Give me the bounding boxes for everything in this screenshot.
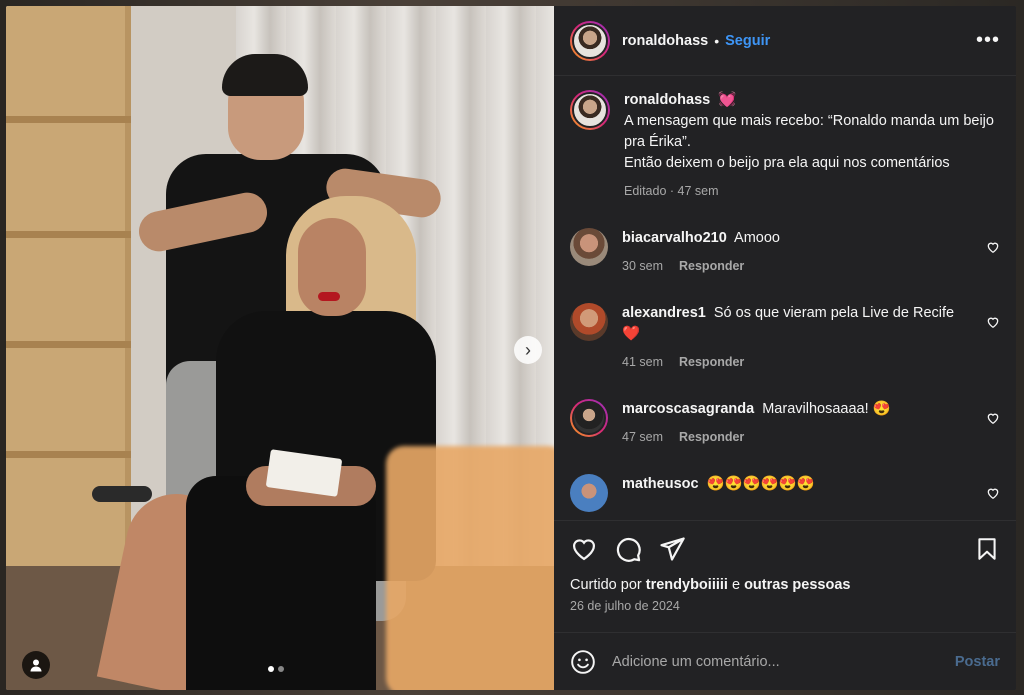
user-tag-icon bbox=[30, 659, 42, 672]
action-icons bbox=[570, 535, 1000, 563]
comment-text: Maravilhosaaaa! 😍 bbox=[762, 401, 891, 417]
avatar-image bbox=[572, 401, 606, 435]
post-actions: Curtido por trendyboiiiii e outras pesso… bbox=[554, 520, 1016, 613]
comment-input[interactable]: Adicione um comentário... bbox=[612, 654, 955, 670]
comment-body: alexandres1 Só os que vieram pela Live d… bbox=[622, 303, 962, 373]
post-header: ronaldohass • Seguir ••• bbox=[554, 6, 1016, 76]
comment-line: marcoscasagranda Maravilhosaaaa! 😍 bbox=[622, 399, 962, 420]
carousel-dot[interactable] bbox=[268, 666, 274, 672]
caption-body: ronaldohass 💓 A mensagem que mais recebo… bbox=[624, 90, 1000, 202]
comment-item: marcoscasagranda Maravilhosaaaa! 😍 47 se… bbox=[570, 399, 1000, 448]
comment-text: Amooo bbox=[734, 230, 780, 246]
caption-text-line1: A mensagem que mais recebo: “Ronaldo man… bbox=[624, 113, 994, 150]
comment-username[interactable]: alexandres1 bbox=[622, 305, 706, 321]
post-photo[interactable]: › bbox=[6, 6, 554, 690]
caption-header-line: ronaldohass 💓 bbox=[624, 90, 1000, 111]
shelf-board bbox=[6, 451, 131, 458]
photo-woman-face bbox=[298, 218, 366, 316]
comment-item: biacarvalho210 Amooo 30 sem Responder bbox=[570, 228, 1000, 277]
heart-icon[interactable] bbox=[986, 240, 1000, 254]
heart-icon[interactable] bbox=[986, 315, 1000, 329]
comments-list[interactable]: ronaldohass 💓 A mensagem que mais recebo… bbox=[554, 76, 1016, 516]
more-options-icon[interactable]: ••• bbox=[976, 29, 1000, 52]
photo-bookshelf bbox=[6, 6, 131, 566]
emoji-icon[interactable] bbox=[570, 649, 596, 675]
carousel-next-button[interactable]: › bbox=[514, 336, 542, 364]
comment-line: biacarvalho210 Amooo bbox=[622, 228, 962, 249]
comment-meta: 41 sem Responder bbox=[622, 352, 962, 373]
heart-icon[interactable] bbox=[986, 486, 1000, 500]
share-icon[interactable] bbox=[658, 535, 686, 563]
post-modal: › ronaldohass • Seguir ••• ronaldohass 💓… bbox=[6, 6, 1016, 690]
post-details-panel: ronaldohass • Seguir ••• ronaldohass 💓 A… bbox=[554, 6, 1016, 690]
avatar[interactable] bbox=[570, 90, 610, 130]
author-username[interactable]: ronaldohass bbox=[622, 33, 708, 49]
comment-body: biacarvalho210 Amooo 30 sem Responder bbox=[622, 228, 962, 277]
comment-body: marcoscasagranda Maravilhosaaaa! 😍 47 se… bbox=[622, 399, 962, 448]
header-separator: • bbox=[714, 32, 720, 49]
comment-icon[interactable] bbox=[614, 535, 642, 563]
chevron-right-icon: › bbox=[525, 339, 531, 360]
avatar[interactable] bbox=[570, 399, 608, 437]
comment-line: alexandres1 Só os que vieram pela Live d… bbox=[622, 303, 962, 345]
heart-emoji: 💓 bbox=[718, 92, 737, 108]
comment-time: 41 sem bbox=[622, 355, 663, 369]
likes-others[interactable]: outras pessoas bbox=[744, 577, 850, 593]
avatar-image bbox=[572, 22, 608, 59]
photo-woman-lips bbox=[318, 292, 340, 301]
avatar[interactable] bbox=[570, 20, 610, 61]
avatar-image bbox=[572, 92, 608, 128]
likes-summary: Curtido por trendyboiiiii e outras pesso… bbox=[570, 577, 1000, 593]
comment-meta: 30 sem Responder bbox=[622, 256, 962, 277]
comment-text: 😍😍😍😍😍😍 bbox=[706, 476, 815, 492]
likes-user[interactable]: trendyboiiiii bbox=[646, 577, 728, 593]
comment-item: matheusoc 😍😍😍😍😍😍 bbox=[570, 474, 1000, 512]
shelf-board bbox=[6, 116, 131, 123]
comment-time: 30 sem bbox=[622, 259, 663, 273]
carousel-dot[interactable] bbox=[278, 666, 284, 672]
comment-username[interactable]: matheusoc bbox=[622, 476, 699, 492]
likes-prefix: Curtido por bbox=[570, 577, 642, 593]
comment-time: 47 sem bbox=[622, 430, 663, 444]
comment-username[interactable]: biacarvalho210 bbox=[622, 230, 727, 246]
caption-username[interactable]: ronaldohass bbox=[624, 92, 710, 108]
caption-text-line2: Então deixem o beijo pra ela aqui nos co… bbox=[624, 155, 950, 171]
caption-meta: Editado · 47 sem bbox=[624, 184, 719, 198]
post-date: 26 de julho de 2024 bbox=[570, 599, 680, 613]
comment-username[interactable]: marcoscasagranda bbox=[622, 401, 754, 417]
reply-button[interactable]: Responder bbox=[679, 430, 744, 444]
heart-icon[interactable] bbox=[570, 535, 598, 563]
comment-composer: Adicione um comentário... Postar bbox=[554, 632, 1016, 690]
user-tag-button[interactable] bbox=[22, 651, 50, 679]
photo-man-hair bbox=[222, 54, 308, 96]
photo-woman-dress bbox=[186, 476, 376, 690]
comment-item: alexandres1 Só os que vieram pela Live d… bbox=[570, 303, 1000, 373]
avatar[interactable] bbox=[570, 228, 608, 266]
reply-button[interactable]: Responder bbox=[679, 355, 744, 369]
avatar[interactable] bbox=[570, 474, 608, 512]
photo-foreground-blur bbox=[386, 446, 554, 690]
likes-joiner: e bbox=[731, 577, 741, 593]
comment-body: matheusoc 😍😍😍😍😍😍 bbox=[622, 474, 962, 512]
bookmark-icon[interactable] bbox=[974, 535, 1000, 563]
comment-meta: 47 sem Responder bbox=[622, 427, 962, 448]
shelf-board bbox=[6, 341, 131, 348]
post-comment-button[interactable]: Postar bbox=[955, 654, 1000, 670]
reply-button[interactable]: Responder bbox=[679, 259, 744, 273]
post-caption: ronaldohass 💓 A mensagem que mais recebo… bbox=[570, 90, 1000, 202]
photo-chair-arm bbox=[92, 486, 152, 502]
heart-icon[interactable] bbox=[986, 411, 1000, 425]
carousel-dots bbox=[268, 666, 284, 672]
comment-line: matheusoc 😍😍😍😍😍😍 bbox=[622, 474, 962, 495]
follow-button[interactable]: Seguir bbox=[725, 33, 770, 49]
avatar[interactable] bbox=[570, 303, 608, 341]
shelf-board bbox=[6, 231, 131, 238]
